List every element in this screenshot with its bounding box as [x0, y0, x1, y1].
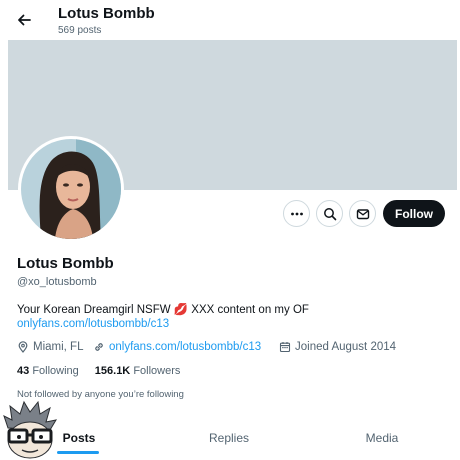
- profile-header: Lotus Bombb 569 posts: [0, 0, 460, 40]
- mascot-watermark: [0, 398, 60, 460]
- followers-label: Followers: [133, 365, 181, 377]
- follow-button[interactable]: Follow: [383, 200, 445, 227]
- link-icon: [95, 343, 103, 351]
- bio-link[interactable]: onlyfans.com/lotusbombb/c13: [17, 318, 169, 330]
- profile-bio: Your Korean Dreamgirl NSFW 💋 XXX content…: [17, 304, 309, 316]
- avatar[interactable]: [18, 136, 124, 242]
- following-count: 43: [17, 365, 30, 377]
- active-tab-indicator: [57, 451, 99, 454]
- profile-name: Lotus Bombb: [17, 255, 114, 272]
- profile-handle: @xo_lotusbomb: [17, 276, 97, 288]
- back-button[interactable]: [14, 10, 34, 30]
- message-button[interactable]: [349, 200, 376, 227]
- tab-replies[interactable]: Replies: [190, 418, 268, 458]
- arrow-left-icon: [18, 14, 31, 26]
- location-pin-icon: [18, 341, 28, 353]
- join-date-text: Joined August 2014: [295, 341, 397, 353]
- following-stat[interactable]: 43 Following: [17, 365, 79, 377]
- avatar-image: [21, 139, 121, 239]
- location: Miami, FL: [17, 341, 83, 353]
- website[interactable]: onlyfans.com/lotusbombb/c13: [93, 341, 261, 353]
- search-icon: [323, 207, 336, 220]
- followers-stat[interactable]: 156.1K Followers: [95, 365, 181, 377]
- following-label: Following: [32, 365, 79, 377]
- tab-media[interactable]: Media: [343, 418, 421, 458]
- post-count: 569 posts: [58, 25, 102, 36]
- envelope-icon: [356, 208, 369, 219]
- followers-count: 156.1K: [94, 365, 131, 377]
- website-link[interactable]: onlyfans.com/lotusbombb/c13: [109, 341, 261, 353]
- join-date: Joined August 2014: [279, 341, 396, 353]
- more-horizontal-icon: [290, 212, 303, 215]
- more-button[interactable]: [283, 200, 310, 227]
- calendar-icon: [279, 342, 291, 353]
- header-title: Lotus Bombb: [58, 5, 155, 22]
- location-text: Miami, FL: [33, 341, 84, 353]
- search-button[interactable]: [316, 200, 343, 227]
- follow-stats: 43 Following 156.1K Followers: [17, 365, 180, 377]
